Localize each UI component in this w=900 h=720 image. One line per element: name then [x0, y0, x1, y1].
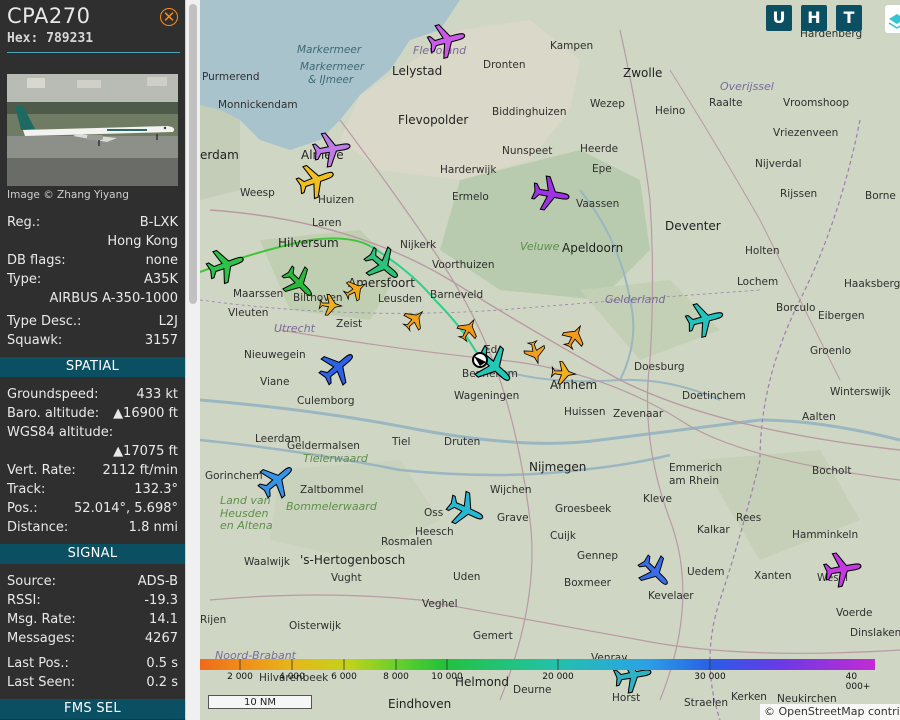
detail-value: none [145, 253, 178, 268]
spatial-value: 1.8 nmi [128, 520, 178, 535]
sidebar-scrollbar[interactable] [185, 0, 200, 720]
aircraft-marker[interactable] [312, 341, 364, 393]
aircraft-marker[interactable] [424, 18, 470, 62]
detail-value: A35K [144, 272, 178, 287]
signal-label: Msg. Rate: [7, 612, 76, 627]
legend-tick-label: 6 000 [331, 672, 357, 682]
aircraft-marker[interactable] [529, 173, 573, 215]
aircraft-marker[interactable] [521, 338, 549, 367]
detail-label: Reg.: [7, 215, 41, 230]
signal-value: -19.3 [144, 593, 178, 608]
aircraft-marker[interactable] [682, 297, 728, 341]
signal-label: Messages: [7, 631, 76, 646]
signal-value: 0.5 s [146, 656, 178, 671]
toggle-t-button[interactable]: T [836, 5, 862, 31]
signal-label: Last Pos.: [7, 656, 69, 671]
altitude-legend-bar [200, 659, 875, 670]
aircraft-marker[interactable] [631, 548, 679, 596]
detail-label: Squawk: [7, 333, 63, 348]
detail-value: AIRBUS A-350-1000 [49, 291, 178, 306]
signal-label: Source: [7, 574, 57, 589]
aircraft-marker[interactable] [550, 360, 577, 386]
spatial-value: 132.3° [134, 482, 178, 497]
legend-tick-label: 10 000 [431, 672, 463, 682]
spatial-value: ▲17075 ft [113, 444, 178, 459]
signal-value: ADS-B [137, 574, 178, 589]
legend-tick-label: 20 000 [542, 672, 574, 682]
aircraft-info-panel: CPA270 ✕ Hex: 789231 Image © Zhang Yiyan… [0, 0, 185, 720]
detail-value: B-LXK [139, 215, 178, 230]
section-header-signal[interactable]: SIGNAL [0, 544, 185, 564]
legend-tick-label: 30 000 [694, 672, 726, 682]
callsign-title: CPA270 [7, 4, 91, 28]
spatial-label: Baro. altitude: [7, 406, 100, 421]
scale-bar: 10 NM [208, 695, 312, 709]
aircraft-marker[interactable] [398, 303, 431, 336]
toggle-u-button[interactable]: U [766, 5, 792, 31]
spatial-value: 433 kt [136, 387, 178, 402]
scrollbar-thumb[interactable] [189, 4, 197, 304]
selected-aircraft-marker[interactable] [472, 352, 488, 368]
aircraft-marker[interactable] [251, 454, 303, 506]
signal-value: 0.2 s [146, 675, 178, 690]
signal-value: 14.1 [149, 612, 178, 627]
detail-value: L2J [158, 314, 178, 329]
layers-icon[interactable] [885, 5, 900, 33]
signal-value: 4267 [144, 631, 178, 646]
hex-label: Hex: [7, 31, 39, 46]
close-icon[interactable]: ✕ [160, 8, 178, 26]
legend-tick-label: 40 000+ [845, 672, 871, 692]
spatial-label: Vert. Rate: [7, 463, 76, 478]
aircraft-marker[interactable] [340, 274, 371, 305]
spatial-label: Distance: [7, 520, 69, 535]
aircraft-marker[interactable] [453, 314, 484, 345]
spatial-label: WGS84 altitude: [7, 425, 114, 440]
aircraft-marker[interactable] [318, 293, 343, 317]
spatial-value: 52.014°, 5.698° [74, 501, 178, 516]
aircraft-marker[interactable] [558, 320, 591, 353]
aircraft-marker[interactable] [202, 242, 250, 288]
section-header-spatial[interactable]: SPATIAL [0, 357, 185, 377]
aircraft-marker[interactable] [357, 239, 409, 291]
hex-value: 789231 [46, 31, 94, 46]
divider [7, 52, 180, 53]
signal-label: Last Seen: [7, 675, 76, 690]
spatial-label: Groundspeed: [7, 387, 99, 402]
aircraft-layer [202, 18, 865, 696]
aircraft-marker[interactable] [465, 337, 523, 395]
signal-label: RSSI: [7, 593, 41, 608]
spatial-label: Pos.: [7, 501, 38, 516]
detail-value: 3157 [144, 333, 178, 348]
aircraft-photo[interactable] [7, 74, 178, 186]
section-header-fms[interactable]: FMS SEL [0, 699, 185, 719]
toggle-h-button[interactable]: H [801, 5, 827, 31]
map-view[interactable]: Markermeer Markermeer & IJmeer Flevoland… [200, 0, 900, 720]
aircraft-marker[interactable] [441, 486, 491, 534]
aircraft-marker[interactable] [821, 548, 865, 590]
spatial-label: Track: [7, 482, 46, 497]
aircraft-marker[interactable] [310, 128, 354, 170]
legend-tick-label: 8 000 [383, 672, 409, 682]
hex-line: Hex: 789231 [7, 31, 93, 46]
detail-value: Hong Kong [107, 234, 178, 249]
detail-label: Type Desc.: [7, 314, 82, 329]
altitude-legend-labels: 2 000 4 000 6 000 8 000 10 000 20 000 30… [200, 672, 880, 692]
map-attribution[interactable]: © OpenStreetMap contributors [760, 704, 900, 720]
detail-label: Type: [7, 272, 42, 287]
detail-label: DB flags: [7, 253, 66, 268]
spatial-value: 2112 ft/min [102, 463, 178, 478]
aircraft-marker[interactable] [275, 259, 323, 307]
legend-tick-label: 2 000 [227, 672, 253, 682]
image-credit: Image © Zhang Yiyang [7, 189, 129, 201]
legend-tick-label: 4 000 [279, 672, 305, 682]
spatial-value: ▲16900 ft [113, 406, 178, 421]
